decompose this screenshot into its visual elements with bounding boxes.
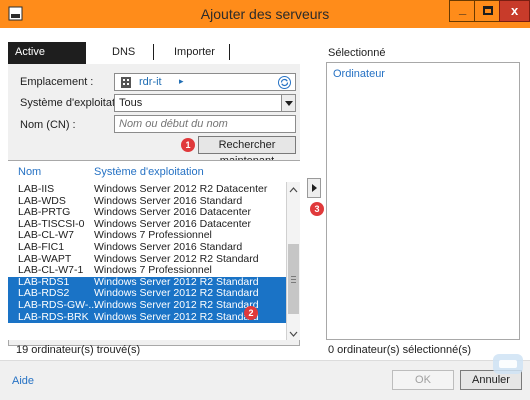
scrollbar-thumb[interactable] [288,244,299,314]
found-count: 19 ordinateur(s) trouvé(s) [16,344,141,356]
column-header-name[interactable]: Nom [18,166,41,178]
title-bar: Ajouter des serveurs _ x [0,0,530,28]
maximize-button[interactable] [474,0,500,22]
location-picker[interactable]: rdr-it ▸ [114,73,296,91]
maximize-icon [483,6,493,15]
tab-separator [229,44,230,60]
row-os: Windows Server 2012 R2 Standard [94,310,259,323]
search-now-button[interactable]: Rechercher maintenant [198,136,296,167]
rdr-it-watermark [493,354,523,374]
close-button[interactable]: x [499,0,530,22]
table-row[interactable]: LAB-FIC1 Windows Server 2016 Standard [8,240,286,254]
results-rows: LAB-IIS Windows Server 2012 R2 Datacenter… [8,183,286,324]
scroll-up-icon[interactable] [287,184,300,197]
selected-panel-title: Sélectionné [328,47,386,59]
tab-active-directory[interactable]: Active Directory [8,42,86,78]
row-os: Windows 7 Professionnel [94,264,212,277]
domain-icon [121,77,131,88]
selected-list[interactable] [326,62,520,340]
row-name: LAB-RDS-BRK [18,310,89,323]
selected-count: 0 ordinateur(s) sélectionné(s) [328,344,472,356]
dropdown-arrow-icon[interactable] [281,95,295,111]
os-select-value: Tous [119,97,143,109]
location-value: rdr-it [139,76,162,88]
column-header-os[interactable]: Système d'exploitation [94,166,204,178]
row-name: LAB-CL-W7-1 [18,264,84,277]
row-os: Windows Server 2012 R2 Datacenter [94,183,268,195]
row-os: Windows Server 2012 R2 Standard [94,298,259,311]
annotation-badge-1: 1 [181,138,195,152]
os-select[interactable]: Tous [114,94,296,112]
add-to-selection-button[interactable] [307,178,321,198]
row-os: Windows Server 2016 Standard [94,240,243,253]
table-row[interactable]: LAB-IIS Windows Server 2012 R2 Datacenter [8,183,286,196]
close-icon: x [511,3,519,18]
selected-column-header[interactable]: Ordinateur [333,68,385,80]
ok-button[interactable]: OK [392,370,454,390]
results-scrollbar[interactable] [286,182,300,340]
cn-input[interactable] [114,115,296,133]
tab-dns[interactable]: DNS [98,42,138,64]
cn-label: Nom (CN) : [20,119,76,131]
add-arrow-icon [312,184,317,192]
location-arrow-icon: ▸ [179,76,184,86]
annotation-badge-2: 2 [244,306,258,320]
refresh-icon[interactable] [278,76,291,89]
row-name: LAB-IIS [18,183,55,195]
minimize-icon: _ [459,1,467,16]
tab-importer[interactable]: Importer [160,42,230,64]
scroll-down-icon[interactable] [287,327,300,340]
help-link[interactable]: Aide [12,375,34,387]
annotation-badge-3: 3 [310,202,324,216]
location-label: Emplacement : [20,76,94,88]
row-name: LAB-FIC1 [18,240,65,253]
table-row[interactable]: LAB-CL-W7-1 Windows 7 Professionnel [8,265,286,277]
row-name: LAB-RDS-GW-... [18,298,98,311]
tab-separator [153,44,154,60]
minimize-button[interactable]: _ [449,0,475,22]
